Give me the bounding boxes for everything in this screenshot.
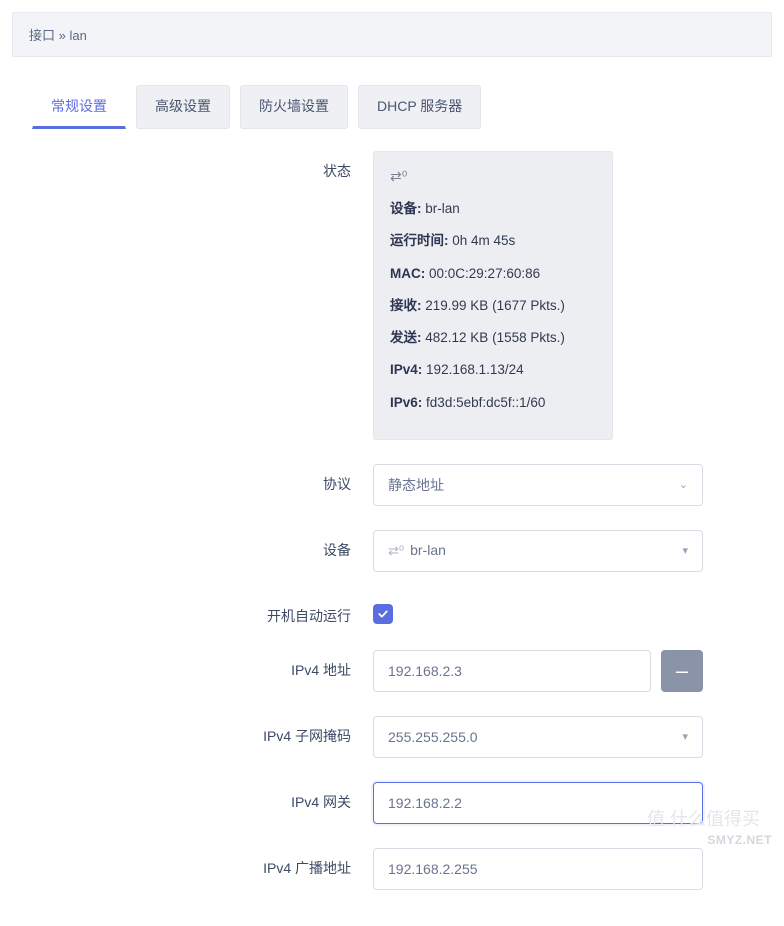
tab-firewall[interactable]: 防火墙设置	[240, 85, 348, 129]
status-box: ⇄⁰ 设备: br-lan 运行时间: 0h 4m 45s MAC: 00:0C…	[373, 151, 613, 440]
row-ipv4-addr: IPv4 地址 –	[28, 650, 756, 692]
watermark-bg: 值 什么值得买	[647, 805, 760, 831]
label-ipv4-broadcast: IPv4 广播地址	[28, 848, 373, 878]
status-uptime-value: 0h 4m 45s	[452, 233, 515, 248]
row-protocol: 协议 静态地址 ⌄	[28, 464, 756, 506]
device-value: br-lan	[410, 542, 446, 558]
row-autostart: 开机自动运行	[28, 596, 756, 626]
label-ipv4-gateway: IPv4 网关	[28, 782, 373, 812]
watermark: SMYZ.NET	[707, 833, 772, 847]
chevron-down-icon: ⌄	[679, 478, 688, 491]
caret-down-icon: ▾	[682, 730, 688, 743]
status-tx-label: 发送:	[390, 330, 422, 345]
status-ipv6-value: fd3d:5ebf:dc5f::1/60	[426, 395, 545, 410]
label-autostart: 开机自动运行	[28, 596, 373, 626]
tab-advanced[interactable]: 高级设置	[136, 85, 230, 129]
label-ipv4-mask: IPv4 子网掩码	[28, 716, 373, 746]
ipv4-mask-select[interactable]: 255.255.255.0 ▾	[373, 716, 703, 758]
row-status: 状态 ⇄⁰ 设备: br-lan 运行时间: 0h 4m 45s MAC: 00…	[28, 151, 756, 440]
ipv4-gateway-field[interactable]	[388, 795, 688, 811]
row-ipv4-broadcast: IPv4 广播地址	[28, 848, 756, 890]
status-tx-value: 482.12 KB (1558 Pkts.)	[425, 330, 565, 345]
status-device-label: 设备:	[390, 201, 422, 216]
status-rx-label: 接收:	[390, 298, 422, 313]
ipv4-addr-field[interactable]	[388, 663, 636, 679]
label-ipv4-addr: IPv4 地址	[28, 650, 373, 680]
status-rx-value: 219.99 KB (1677 Pkts.)	[425, 298, 565, 313]
label-device: 设备	[28, 530, 373, 560]
label-status: 状态	[28, 151, 373, 181]
ipv4-broadcast-field[interactable]	[388, 861, 688, 877]
breadcrumb-part2: lan	[69, 28, 86, 43]
status-mac-label: MAC:	[390, 266, 425, 281]
status-ipv4-label: IPv4:	[390, 362, 422, 377]
status-ipv6-label: IPv6:	[390, 395, 422, 410]
row-device: 设备 ⇄⁰ br-lan ▾	[28, 530, 756, 572]
remove-button[interactable]: –	[661, 650, 703, 692]
ipv4-mask-value: 255.255.255.0	[388, 729, 478, 745]
status-device-value: br-lan	[425, 201, 460, 216]
bridge-icon: ⇄⁰	[390, 166, 596, 187]
check-icon	[377, 608, 389, 620]
protocol-select[interactable]: 静态地址 ⌄	[373, 464, 703, 506]
protocol-value: 静态地址	[388, 475, 444, 495]
device-select[interactable]: ⇄⁰ br-lan ▾	[373, 530, 703, 572]
status-uptime-label: 运行时间:	[390, 233, 449, 248]
row-ipv4-mask: IPv4 子网掩码 255.255.255.0 ▾	[28, 716, 756, 758]
caret-down-icon: ▾	[682, 544, 688, 557]
tabs: 常规设置 高级设置 防火墙设置 DHCP 服务器	[0, 85, 784, 129]
status-ipv4-value: 192.168.1.13/24	[426, 362, 524, 377]
autostart-checkbox[interactable]	[373, 604, 393, 624]
bridge-icon: ⇄⁰	[388, 543, 404, 559]
label-protocol: 协议	[28, 464, 373, 494]
status-mac-value: 00:0C:29:27:60:86	[429, 266, 540, 281]
ipv4-addr-input[interactable]	[373, 650, 651, 692]
tab-general[interactable]: 常规设置	[32, 85, 126, 129]
breadcrumb-part1[interactable]: 接口	[29, 28, 55, 43]
breadcrumb-sep: »	[55, 28, 69, 43]
ipv4-broadcast-input[interactable]	[373, 848, 703, 890]
breadcrumb: 接口 » lan	[12, 12, 772, 57]
tab-dhcp[interactable]: DHCP 服务器	[358, 85, 481, 129]
